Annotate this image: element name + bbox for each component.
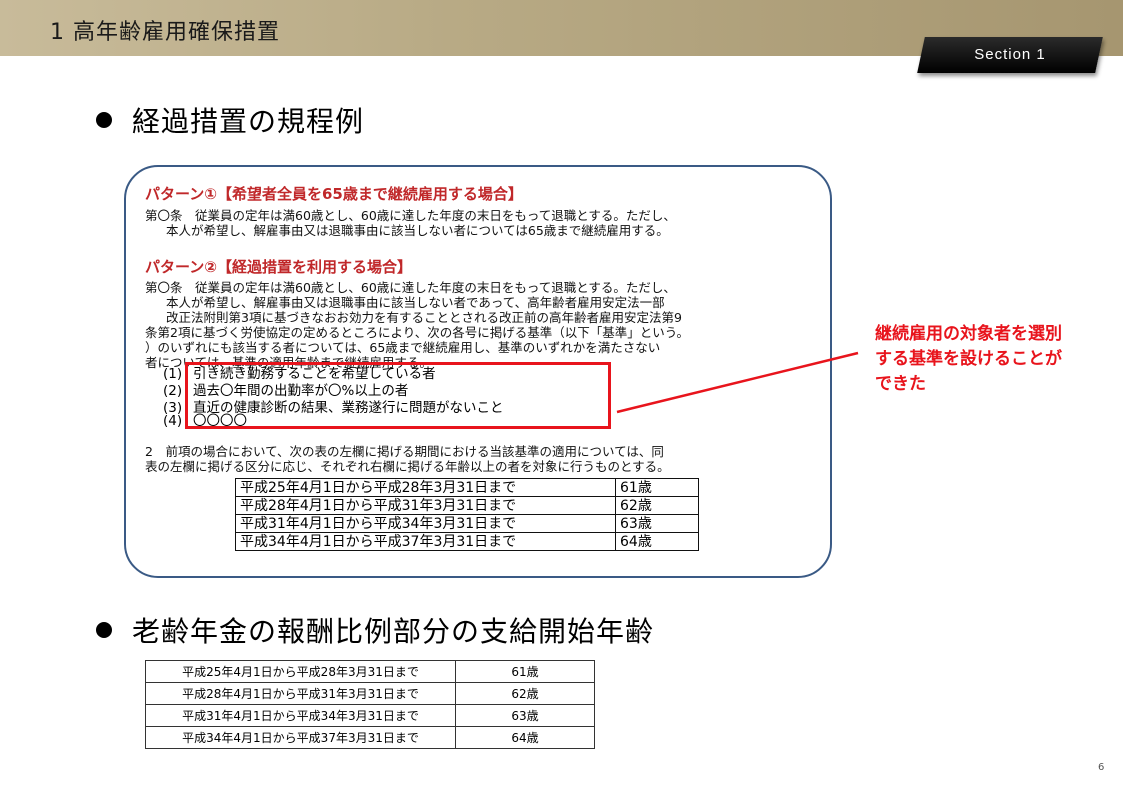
table-row: 平成28年4月1日から平成31年3月31日まで 62歳 bbox=[145, 682, 595, 705]
bullet-dot-icon bbox=[96, 622, 112, 638]
table-row: 平成31年4月1日から平成34年3月31日まで 63歳 bbox=[145, 704, 595, 727]
table-row: 平成34年4月1日から平成37年3月31日まで 64歳 bbox=[145, 726, 595, 749]
pension-age-table: 平成25年4月1日から平成28年3月31日まで 61歳 平成28年4月1日から平成… bbox=[145, 660, 595, 749]
callout-line: 継続雇用の対象者を選別 bbox=[875, 324, 1062, 344]
page-number: 6 bbox=[1098, 762, 1105, 773]
callout-line: する基準を設けることが bbox=[875, 349, 1062, 369]
bullet-heading-2: 老齢年金の報酬比例部分の支給開始年齢 bbox=[96, 610, 654, 650]
bullet-heading-text: 老齢年金の報酬比例部分の支給開始年齢 bbox=[132, 615, 655, 648]
table-row: 平成25年4月1日から平成28年3月31日まで 61歳 bbox=[145, 660, 595, 683]
callout-line: できた bbox=[875, 374, 926, 394]
callout-note: 継続雇用の対象者を選別 する基準を設けることが できた bbox=[875, 322, 1062, 397]
